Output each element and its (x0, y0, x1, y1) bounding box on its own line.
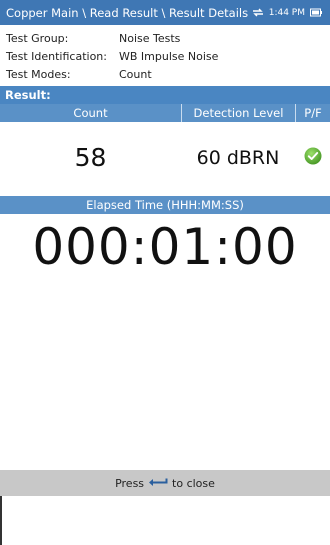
column-header-detection-level: Detection Level (181, 104, 295, 122)
network-icon (252, 8, 264, 17)
info-label: Test Identification: (6, 50, 107, 63)
battery-icon (310, 8, 322, 17)
test-info: Test Group: Noise Tests Test Identificat… (6, 30, 218, 84)
info-label: Test Modes: (6, 68, 71, 81)
column-header-count: Count (73, 106, 108, 120)
info-value: Noise Tests (119, 32, 181, 45)
result-table-header: Count Detection Level P/F (0, 104, 330, 122)
title-bar: Copper Main \ Read Result \ Result Detai… (0, 0, 330, 25)
clock: 1:44 PM (268, 7, 305, 18)
result-section-header: Result: (0, 86, 330, 104)
elapsed-time-value: 000:01:00 (32, 218, 298, 276)
press-label: Press (115, 476, 145, 490)
info-value: Count (119, 68, 152, 81)
detection-level-value: 60 dBRN (196, 146, 280, 169)
close-hint-bar[interactable]: Press to close (0, 470, 330, 496)
info-row-test-identification: Test Identification: WB Impulse Noise (6, 48, 218, 66)
enter-arrow-icon (148, 477, 168, 490)
pass-fail-cell (295, 147, 330, 169)
result-row: 58 60 dBRN (0, 122, 330, 193)
to-close-label: to close (172, 476, 215, 490)
elapsed-time-header: Elapsed Time (HHH:MM:SS) (0, 196, 330, 214)
status-area: 1:44 PM (252, 8, 330, 18)
count-value: 58 (74, 143, 107, 172)
info-row-test-modes: Test Modes: Count (6, 66, 218, 84)
screen-edge-divider (0, 496, 2, 545)
breadcrumb: Copper Main \ Read Result \ Result Detai… (6, 5, 249, 20)
info-value: WB Impulse Noise (119, 50, 219, 63)
info-row-test-group: Test Group: Noise Tests (6, 30, 218, 48)
info-label: Test Group: (6, 32, 69, 45)
column-header-pass-fail: P/F (295, 104, 330, 122)
pass-check-icon (304, 147, 322, 169)
